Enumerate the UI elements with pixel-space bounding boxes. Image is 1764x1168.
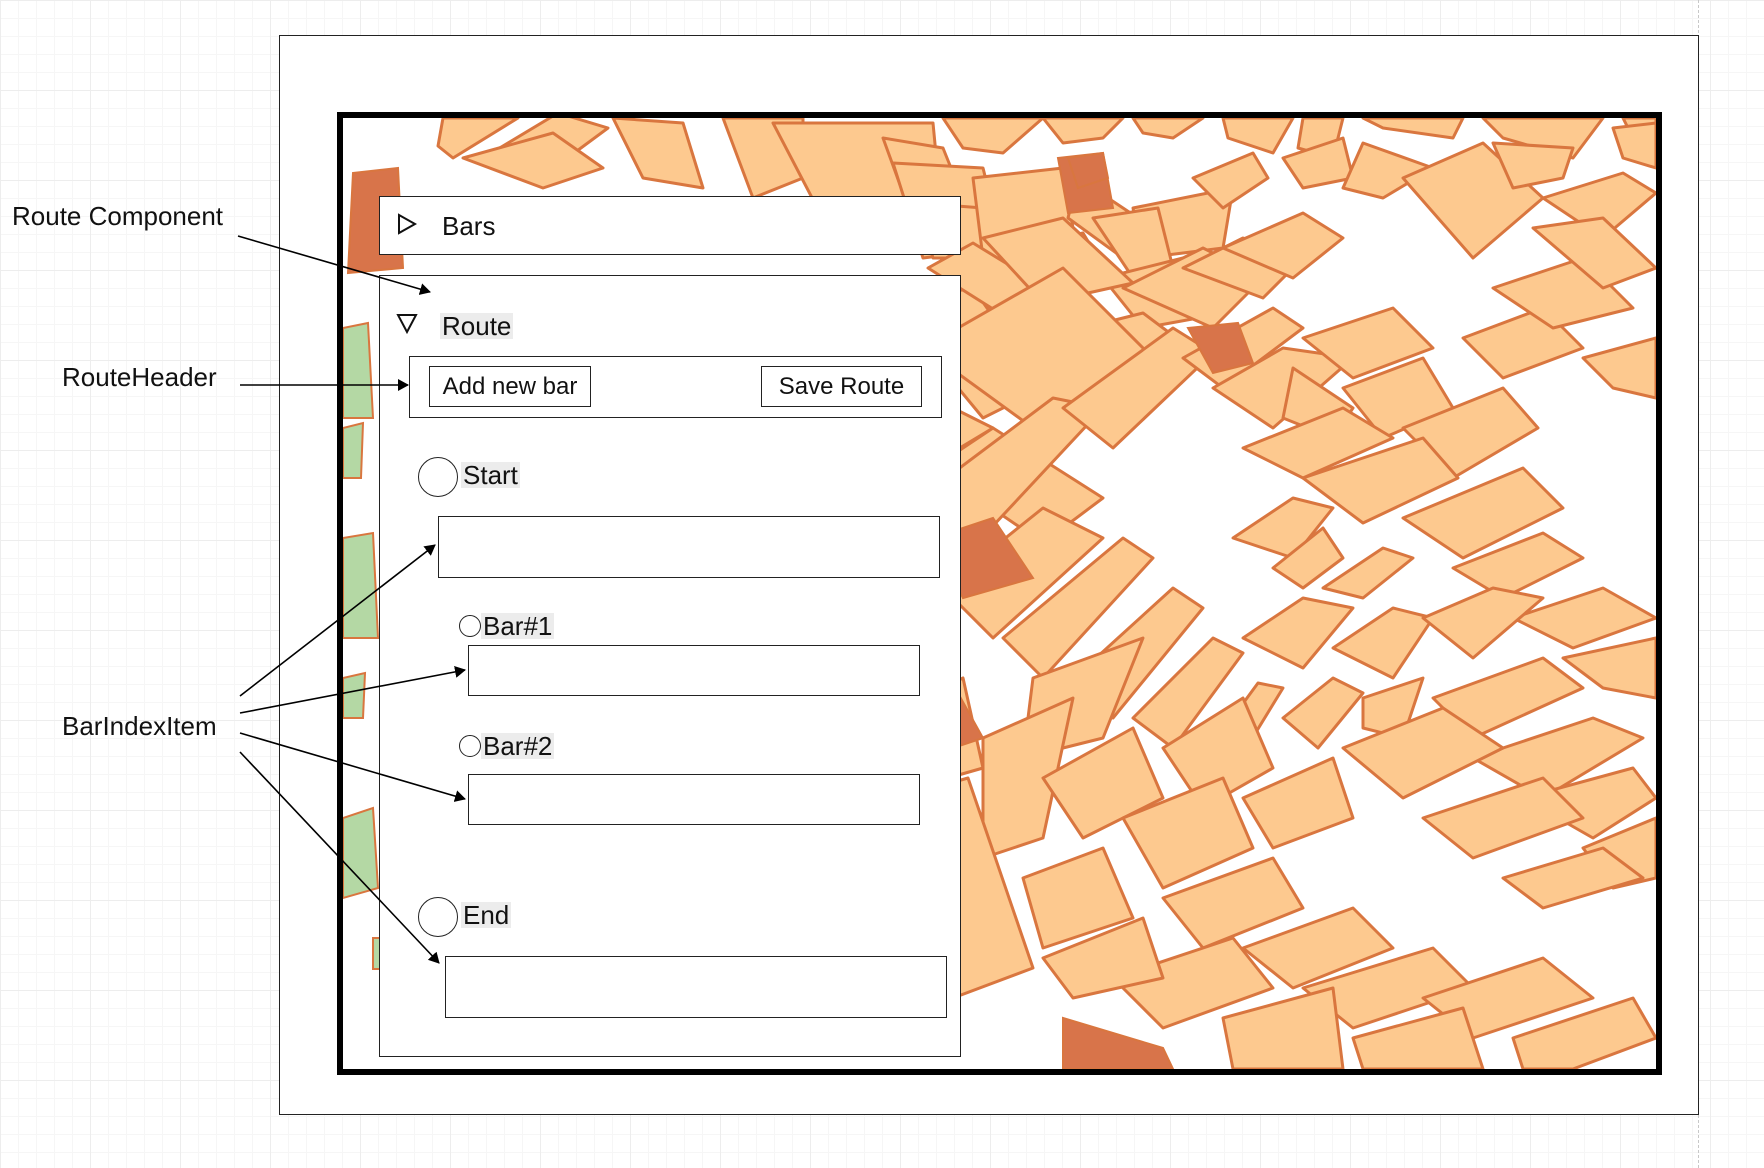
annotation-arrows bbox=[237, 235, 466, 964]
arrow-start-input bbox=[239, 544, 436, 697]
arrow-route-component bbox=[237, 235, 431, 295]
arrow-end-input bbox=[239, 751, 440, 964]
arrow-bar-1-input bbox=[239, 665, 466, 714]
arrow-bar-2-input bbox=[239, 732, 466, 802]
